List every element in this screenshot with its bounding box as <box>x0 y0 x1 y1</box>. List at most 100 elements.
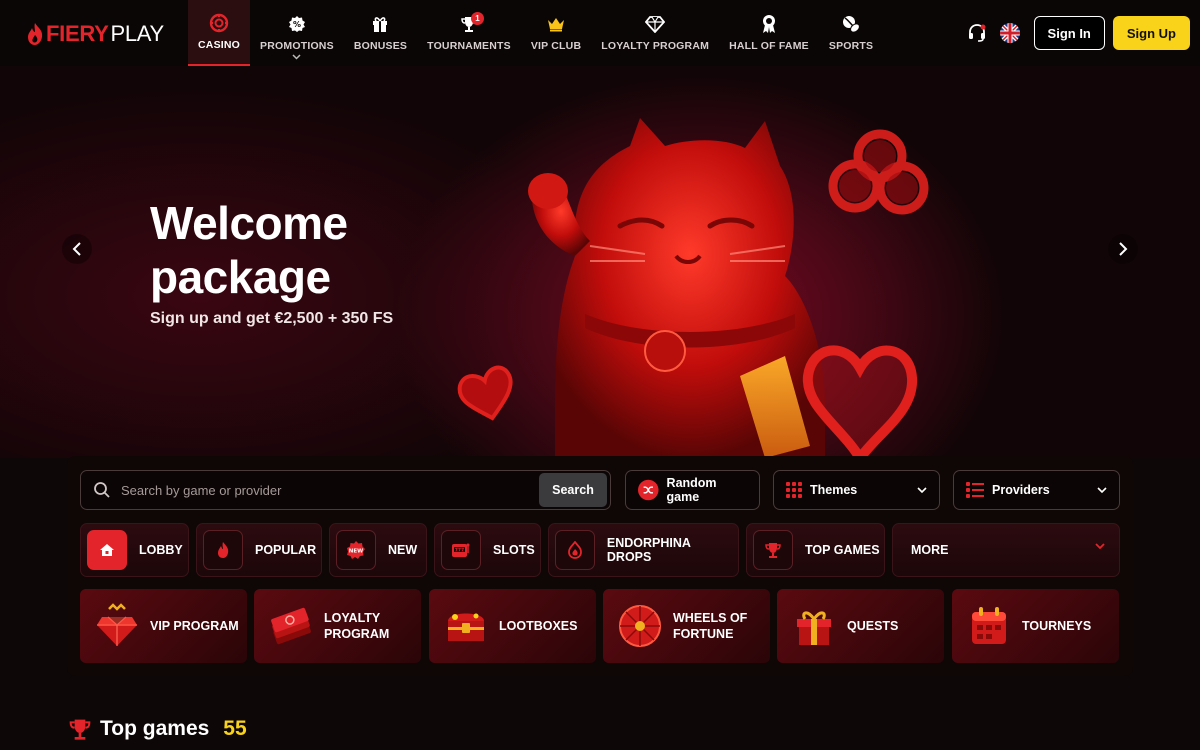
vip-diamond-icon <box>97 603 137 646</box>
nav-loyalty[interactable]: LOYALTY PROGRAM <box>591 0 719 66</box>
crown-icon <box>546 14 566 34</box>
chevron-down-icon <box>917 486 927 493</box>
promo-label: LOOTBOXES <box>499 619 578 633</box>
ball-icon <box>841 14 861 34</box>
grid-icon <box>786 482 802 498</box>
tab-endorphina-drops[interactable]: ENDORPHINA DROPS <box>548 523 739 577</box>
drop-flame-icon <box>555 530 595 570</box>
random-game-label: Random game <box>666 476 717 504</box>
chevron-down-icon <box>1097 486 1107 493</box>
slot-machine-icon: 777 <box>441 530 481 570</box>
fortune-wheel-icon <box>619 605 661 647</box>
themes-label: Themes <box>810 483 858 497</box>
nav-hall-of-fame[interactable]: HALL OF FAME <box>719 0 819 66</box>
flame-logo-icon <box>28 23 43 45</box>
diamond-icon <box>645 14 666 34</box>
promo-label: LOYALTY PROGRAM <box>324 611 390 641</box>
brand-logo[interactable]: FIERY PLAY <box>26 20 164 48</box>
promo-lootboxes[interactable]: LOOTBOXES <box>429 589 596 663</box>
search-bar: Search <box>80 470 611 510</box>
tab-top-games[interactable]: TOP GAMES <box>746 523 885 577</box>
nav-vip-club[interactable]: VIP CLUB <box>521 0 591 66</box>
carousel-next-button[interactable] <box>1108 234 1138 264</box>
nav-sports[interactable]: SPORTS <box>819 0 883 66</box>
nav-bonuses[interactable]: BONUSES <box>344 0 417 66</box>
tab-label: SLOTS <box>493 543 535 557</box>
promo-quests[interactable]: QUESTS <box>777 589 944 663</box>
medal-icon <box>759 14 779 34</box>
tab-lobby[interactable]: LOBBY <box>80 523 189 577</box>
nav-label: LOYALTY PROGRAM <box>601 40 710 52</box>
brand-fiery: FIERY <box>46 21 109 46</box>
tab-label: POPULAR <box>255 543 317 557</box>
tab-more[interactable]: MORE <box>892 523 1120 577</box>
support-headset-icon[interactable] <box>960 16 994 50</box>
search-input[interactable] <box>121 482 539 498</box>
nav-label: BONUSES <box>353 40 408 52</box>
tab-slots[interactable]: 777 SLOTS <box>434 523 541 577</box>
nav-label: VIP CLUB <box>530 40 582 52</box>
themes-dropdown[interactable]: Themes <box>773 470 940 510</box>
header-actions: Sign In Sign Up <box>960 16 1190 50</box>
hero-title: Welcome package <box>150 197 348 303</box>
promo-tourneys[interactable]: TOURNEYS <box>952 589 1119 663</box>
gift-icon <box>370 14 390 34</box>
flame-icon <box>203 530 243 570</box>
svg-text:NEW: NEW <box>349 549 363 555</box>
tab-popular[interactable]: POPULAR <box>196 523 322 577</box>
promo-wheels-of-fortune[interactable]: WHEELS OF FORTUNE <box>603 589 770 663</box>
tab-label: ENDORPHINA DROPS <box>606 536 691 564</box>
tab-label: TOP GAMES <box>805 543 880 557</box>
nav-label: PROMOTIONS <box>260 40 334 52</box>
tab-label: NEW <box>388 543 418 557</box>
nav-label: TOURNAMENTS <box>427 40 511 52</box>
nav-label: HALL OF FAME <box>729 40 809 52</box>
chip-icon <box>209 13 229 33</box>
nav-promotions[interactable]: % PROMOTIONS <box>250 0 344 66</box>
hero-banner[interactable]: Welcome package Sign up and get €2,500 +… <box>0 66 1200 458</box>
nav-casino[interactable]: CASINO <box>188 0 251 66</box>
random-game-button[interactable]: Random game <box>625 470 760 510</box>
nav-label: SPORTS <box>828 40 874 52</box>
tab-new[interactable]: NEW NEW <box>329 523 427 577</box>
svg-text:%: % <box>293 20 301 29</box>
sign-up-button[interactable]: Sign Up <box>1112 16 1190 50</box>
chevron-left-icon <box>72 242 81 256</box>
chevron-down-icon <box>292 53 301 62</box>
chevron-down-icon <box>1095 543 1105 550</box>
top-games-heading: Top games 55 <box>68 714 247 744</box>
tab-label: LOBBY <box>139 543 183 557</box>
notification-badge: 1 <box>470 12 484 25</box>
uk-flag-icon[interactable] <box>999 23 1020 43</box>
section-title: Top games <box>100 717 210 740</box>
providers-dropdown[interactable]: Providers <box>953 470 1120 510</box>
nav-tournaments[interactable]: 1 TOURNAMENTS <box>417 0 521 66</box>
carousel-prev-button[interactable] <box>62 234 92 264</box>
search-button[interactable]: Search <box>539 473 607 507</box>
nav-label: CASINO <box>198 39 241 51</box>
trophy-icon <box>753 530 793 570</box>
hero-subtitle: Sign up and get €2,500 + 350 FS <box>150 310 394 327</box>
home-icon <box>87 530 127 570</box>
brand-play: PLAY <box>110 21 164 46</box>
sign-in-button[interactable]: Sign In <box>1033 16 1105 50</box>
promo-label: WHEELS OF FORTUNE <box>673 611 748 641</box>
lucky-cat-illustration <box>457 118 929 458</box>
calendar-icon <box>972 607 1006 644</box>
shuffle-icon <box>638 479 659 501</box>
game-filter-panel: Search Random game Themes Providers LOBB… <box>67 456 1133 676</box>
trophy-icon <box>69 719 91 740</box>
promo-vip-program[interactable]: VIP PROGRAM <box>80 589 247 663</box>
chevron-right-icon <box>1119 242 1128 256</box>
new-badge-icon: NEW <box>336 530 376 570</box>
promo-label: QUESTS <box>847 619 899 633</box>
cash-stack-icon <box>271 607 311 645</box>
gift-box-icon <box>797 611 831 645</box>
providers-label: Providers <box>992 483 1050 497</box>
section-count: 55 <box>223 717 247 740</box>
treasure-chest-icon <box>448 613 484 641</box>
main-nav: CASINO % PROMOTIONS BONUSES 1 TOURNAMENT… <box>188 0 883 66</box>
promo-loyalty-program[interactable]: LOYALTY PROGRAM <box>254 589 421 663</box>
svg-text:777: 777 <box>455 548 464 554</box>
tab-label: MORE <box>911 543 949 557</box>
